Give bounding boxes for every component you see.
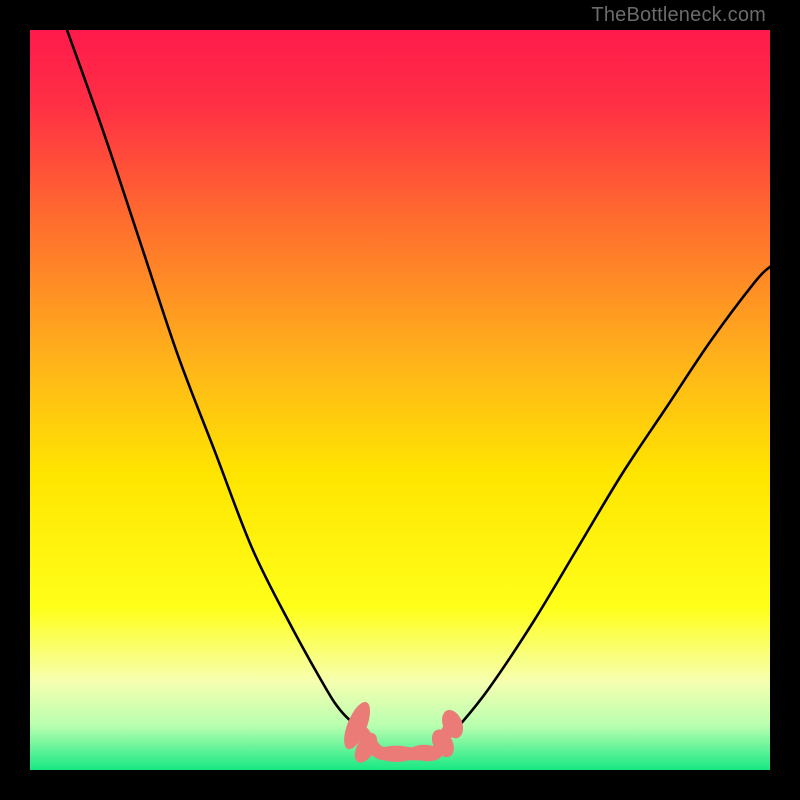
watermark-text: TheBottleneck.com <box>591 4 766 27</box>
chart-frame: TheBottleneck.com <box>0 0 800 800</box>
curves-layer <box>30 30 770 770</box>
plot-area <box>30 30 770 770</box>
series-left-curve <box>67 30 370 740</box>
series-right-curve <box>444 267 770 741</box>
